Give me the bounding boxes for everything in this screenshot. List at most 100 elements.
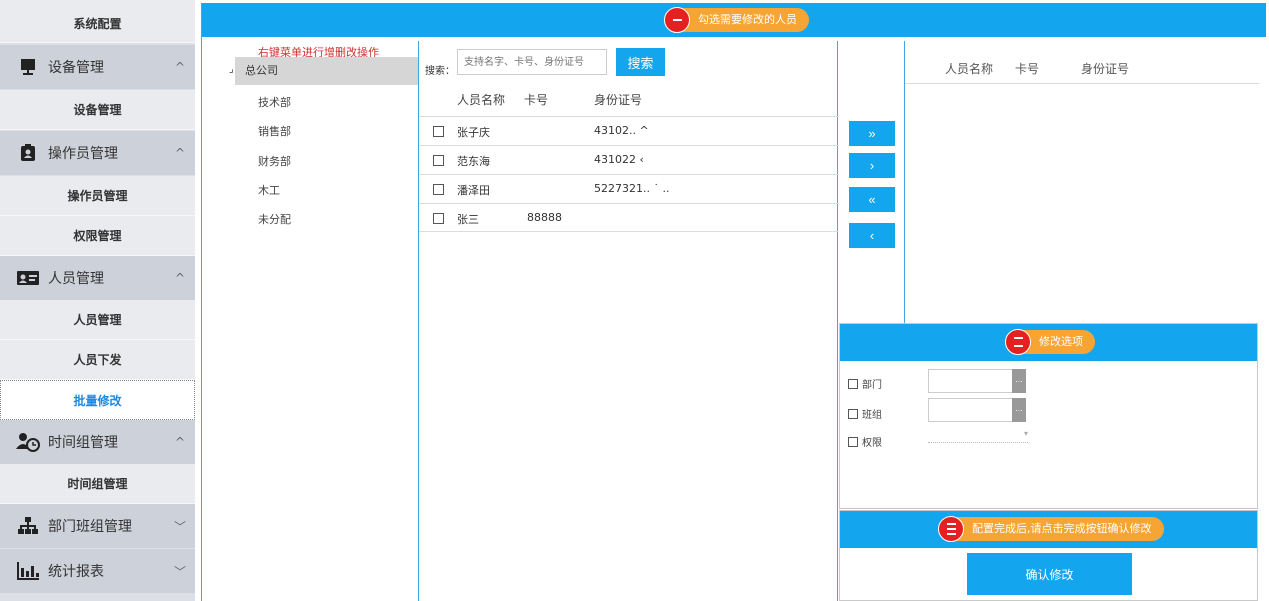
permission-select[interactable]: ▾ [928, 429, 1028, 443]
dept-label: 部门 [862, 380, 882, 391]
chevron-down-icon: ﹀ [173, 564, 186, 579]
sidebar-group-operator[interactable]: 操作员管理 ^ [0, 131, 195, 175]
confirm-edit-button[interactable]: 确认修改 [967, 553, 1132, 595]
option-team[interactable]: 班组 [848, 406, 882, 421]
tree-toggle-icon[interactable]: ⌟ [229, 64, 234, 75]
sidebar-item-label: 时间组管理 [67, 477, 128, 491]
search-input[interactable] [457, 49, 607, 75]
team-label: 班组 [862, 410, 882, 421]
sidebar-group-label: 设备管理 [48, 60, 104, 76]
monitor-icon [16, 58, 40, 76]
search-button[interactable]: 搜索 [616, 48, 665, 76]
sidebar-item-person-manage[interactable]: 人员管理 [0, 300, 195, 340]
selected-header-name: 人员名称 [945, 62, 994, 76]
move-right-button[interactable]: › [849, 153, 895, 178]
selected-person-list: 人员名称 卡号 身份证号 [904, 41, 1264, 325]
row-name: 张三 [457, 213, 479, 226]
chevron-down-icon: ﹀ [173, 519, 186, 534]
chevron-up-icon: ^ [174, 435, 186, 449]
dept-field[interactable] [928, 369, 1014, 393]
sidebar-group-reports[interactable]: 统计报表 ﹀ [0, 549, 195, 593]
step-number-badge [664, 7, 690, 33]
row-checkbox[interactable] [433, 126, 444, 137]
team-checkbox[interactable] [848, 409, 858, 419]
dept-picker-button[interactable]: ... [1012, 369, 1026, 393]
team-picker-button[interactable]: ... [1012, 398, 1026, 422]
report-chart-icon [16, 562, 40, 580]
sidebar-item-system-config[interactable]: 系统配置 [0, 0, 195, 43]
sidebar-item-label: 人员下发 [73, 353, 122, 367]
id-badge-icon [16, 144, 40, 162]
sidebar-item-device-manage[interactable]: 设备管理 [0, 90, 195, 130]
table-row[interactable]: 张子庆 43102.. ^ [419, 116, 839, 145]
row-name: 范东海 [457, 155, 490, 168]
table-row[interactable]: 张三 88888 [419, 203, 839, 232]
row-name: 潘泽田 [457, 184, 490, 197]
move-left-button[interactable]: ‹ [849, 223, 895, 248]
sidebar-item-batch-edit[interactable]: 批量修改 [0, 380, 195, 420]
sidebar-group-device[interactable]: 设备管理 ^ [0, 45, 195, 89]
sidebar-group-label: 部门班组管理 [48, 519, 132, 535]
team-field[interactable] [928, 398, 1014, 422]
column-header-card: 卡号 [524, 93, 549, 107]
tree-node[interactable]: 未分配 [258, 211, 291, 227]
row-id-number: 431022 ‹ [594, 153, 644, 166]
row-checkbox[interactable] [433, 213, 444, 224]
chevron-up-icon: ^ [174, 146, 186, 160]
row-checkbox[interactable] [433, 155, 444, 166]
department-tree: 右键菜单进行增删改操作 ⌟ 总公司 技术部 销售部 财务部 木工 未分配 [202, 41, 418, 601]
step3-label: 配置完成后,请点击完成按钮确认修改 [972, 522, 1152, 535]
chevron-up-icon: ^ [174, 271, 186, 285]
sidebar-item-label: 批量修改 [73, 394, 122, 408]
permission-checkbox[interactable] [848, 437, 858, 447]
move-all-left-button[interactable]: « [849, 187, 895, 212]
option-dept[interactable]: 部门 [848, 376, 882, 391]
step1-label: 勾选需要修改的人员 [698, 13, 797, 26]
step2-header: 修改选项 [840, 324, 1257, 361]
tree-node[interactable]: 财务部 [258, 153, 291, 169]
sidebar-group-label: 统计报表 [48, 564, 104, 580]
table-row[interactable]: 潘泽田 5227321.. ˙ .. [419, 174, 839, 203]
confirm-panel: 配置完成后,请点击完成按钮确认修改 确认修改 [839, 510, 1258, 601]
sidebar-item-timegroup-manage[interactable]: 时间组管理 [0, 464, 195, 504]
sidebar-group-label: 人员管理 [48, 271, 104, 287]
tree-node[interactable]: 销售部 [258, 123, 291, 139]
column-header-name: 人员名称 [457, 93, 506, 107]
sidebar-item-label: 操作员管理 [67, 189, 128, 203]
selected-header-card: 卡号 [1015, 62, 1040, 76]
step1-pill: 勾选需要修改的人员 [664, 7, 809, 33]
step3-pill: 配置完成后,请点击完成按钮确认修改 [938, 516, 1164, 542]
dept-checkbox[interactable] [848, 379, 858, 389]
row-checkbox[interactable] [433, 184, 444, 195]
main-panel: 勾选需要修改的人员 右键菜单进行增删改操作 ⌟ 总公司 技术部 销售部 财务部 … [201, 3, 1266, 601]
sidebar-group-label: 操作员管理 [48, 146, 118, 162]
move-all-right-button[interactable]: » [849, 121, 895, 146]
tree-node[interactable]: 木工 [258, 182, 280, 198]
sidebar-item-operator-manage[interactable]: 操作员管理 [0, 176, 195, 216]
tree-node[interactable]: 技术部 [258, 94, 291, 110]
step-number-badge [1005, 329, 1031, 355]
row-name: 张子庆 [457, 126, 490, 139]
sidebar-item-label: 人员管理 [73, 313, 122, 327]
sidebar-group-label: 时间组管理 [48, 435, 118, 451]
row-id-number: 43102.. ^ [594, 124, 649, 137]
id-card-icon [16, 269, 40, 287]
sidebar-group-timegroup[interactable]: 时间组管理 ^ [0, 420, 195, 464]
tree-node-root[interactable]: 总公司 [235, 57, 418, 85]
step2-pill: 修改选项 [1005, 329, 1095, 355]
modify-options-panel: 修改选项 部门 ... 班组 ... 权限 ▾ [839, 323, 1258, 509]
selected-header-id: 身份证号 [1081, 62, 1130, 76]
sidebar-item-label: 设备管理 [73, 103, 122, 117]
search-label: 搜索： [425, 66, 455, 77]
row-id-number: 5227321.. ˙ .. [594, 182, 670, 195]
sidebar-item-permission-manage[interactable]: 权限管理 [0, 216, 195, 256]
step-number-badge [938, 516, 964, 542]
table-row[interactable]: 范东海 431022 ‹ [419, 145, 839, 174]
step2-label: 修改选项 [1039, 335, 1083, 348]
sidebar-group-person[interactable]: 人员管理 ^ [0, 256, 195, 300]
option-permission[interactable]: 权限 [848, 434, 882, 449]
step1-header: 勾选需要修改的人员 [202, 3, 1266, 37]
sidebar-group-dept-team[interactable]: 部门班组管理 ﹀ [0, 504, 195, 548]
sidebar-item-person-dispatch[interactable]: 人员下发 [0, 340, 195, 380]
step3-header: 配置完成后,请点击完成按钮确认修改 [840, 511, 1257, 548]
